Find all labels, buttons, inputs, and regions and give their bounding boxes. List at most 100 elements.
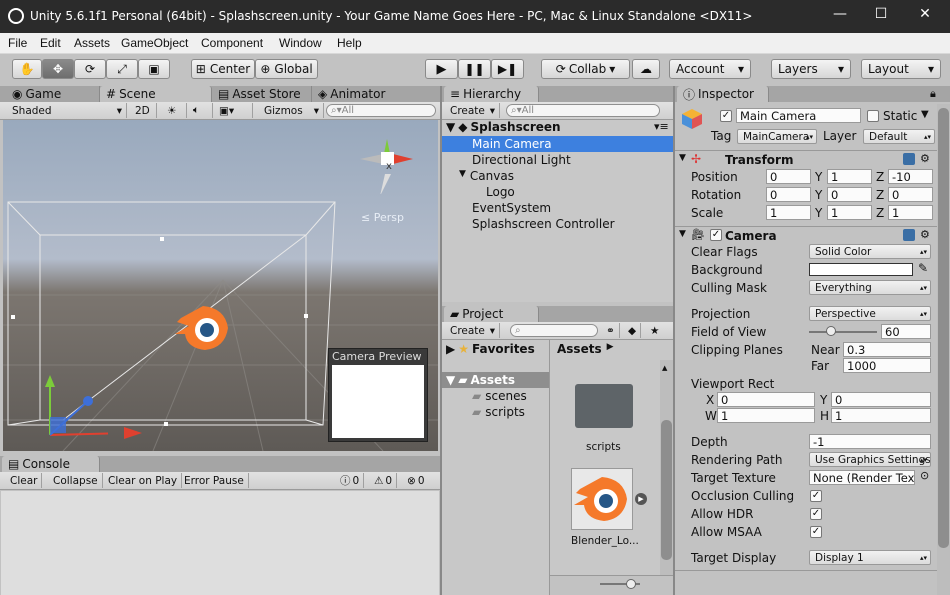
move-tool-icon[interactable]: ✥ — [42, 59, 74, 79]
console-collapse-button[interactable]: Collapse — [49, 473, 103, 488]
object-picker-icon[interactable]: ⊙ — [920, 469, 929, 482]
hierarchy-item-splashscreen-controller[interactable]: Splashscreen Controller — [472, 217, 615, 231]
tab-scene[interactable]: # Scene — [100, 86, 212, 102]
rotation-x-field[interactable]: 0 — [766, 187, 811, 202]
step-button[interactable]: ▶❚ — [491, 59, 524, 79]
console-error-toggle[interactable]: ⊗ 0 — [403, 473, 429, 488]
fov-field[interactable]: 60 — [881, 324, 931, 339]
project-scrollbar[interactable]: ▲ — [660, 360, 673, 575]
help-book-icon[interactable] — [903, 153, 915, 165]
camera-enabled-checkbox[interactable]: ✓ — [710, 229, 722, 241]
layer-dropdown[interactable]: Default — [863, 129, 935, 144]
gizmos-dropdown[interactable]: Gizmos ▾ — [260, 103, 324, 118]
depth-field[interactable]: -1 — [809, 434, 931, 449]
audio-icon[interactable]: 🔈︎ — [189, 103, 213, 118]
mode-2d-button[interactable]: 2D — [131, 103, 157, 118]
tab-asset-store[interactable]: ▤ Asset Store — [212, 86, 312, 102]
position-x-field[interactable]: 0 — [766, 169, 811, 184]
eyedropper-icon[interactable]: ✎ — [918, 261, 928, 275]
persp-label[interactable]: ≤ Persp — [361, 211, 404, 224]
tab-console[interactable]: ▤ Console — [2, 456, 100, 472]
menu-assets[interactable]: Assets — [74, 36, 110, 50]
effects-dropdown[interactable]: ▣▾ — [215, 103, 253, 118]
scene-search-input[interactable]: ⌕▾ All — [326, 104, 436, 117]
project-create-dropdown[interactable]: Create ▾ — [446, 323, 500, 338]
menu-edit[interactable]: Edit — [40, 36, 61, 50]
viewport-y-field[interactable]: 0 — [831, 392, 931, 407]
camera-header[interactable]: ▼ 🎥︎ ✓ Camera ⚙︎ — [675, 226, 950, 244]
assets-tree-item[interactable]: ▼ ▰ Assets — [446, 373, 515, 387]
collapse-arrow-icon[interactable]: ▼ — [679, 229, 686, 239]
scroll-up-icon[interactable]: ▲ — [662, 364, 667, 372]
allow-msaa-checkbox[interactable]: ✓ — [810, 526, 822, 538]
fov-slider-knob[interactable] — [826, 326, 836, 336]
scrollbar-thumb[interactable] — [938, 108, 949, 548]
cloud-icon[interactable]: ☁ — [632, 59, 660, 79]
tab-game[interactable]: ◉ Game — [6, 86, 100, 102]
folder-asset-icon[interactable] — [575, 384, 633, 428]
pause-button[interactable]: ❚❚ — [458, 59, 491, 79]
lock-icon[interactable]: 🔒︎ — [930, 87, 936, 101]
viewport-x-field[interactable]: 0 — [717, 392, 815, 407]
tab-project[interactable]: ▰ Project — [444, 306, 539, 322]
folder-scenes[interactable]: ▰ scenes — [472, 389, 527, 403]
viewport-w-field[interactable]: 1 — [717, 408, 815, 423]
target-display-dropdown[interactable]: Display 1 — [809, 550, 931, 565]
static-dropdown[interactable]: ▼ — [921, 109, 929, 120]
hand-tool-icon[interactable]: ✋ — [12, 59, 42, 79]
hierarchy-item-eventsystem[interactable]: EventSystem — [472, 201, 551, 215]
menu-component[interactable]: Component — [201, 36, 263, 50]
tab-animator[interactable]: ◈ Animator — [312, 86, 440, 102]
layers-dropdown[interactable]: Layers ▾ — [771, 59, 851, 79]
project-search-input[interactable]: ⌕ — [510, 324, 598, 337]
rotation-z-field[interactable]: 0 — [888, 187, 933, 202]
filter-type-icon[interactable]: ⚭ — [602, 323, 620, 338]
occlusion-culling-checkbox[interactable]: ✓ — [810, 490, 822, 502]
collab-button[interactable]: ⟳ Collab ▾ — [541, 59, 630, 79]
console-clear-button[interactable]: Clear — [6, 473, 43, 488]
icon-size-slider-knob[interactable] — [626, 579, 636, 589]
collapse-arrow-icon[interactable]: ▼ — [679, 153, 686, 163]
position-z-field[interactable]: -10 — [888, 169, 933, 184]
active-checkbox[interactable]: ✓ — [720, 110, 732, 122]
tab-hierarchy[interactable]: ≡ Hierarchy — [444, 86, 539, 102]
scale-y-field[interactable]: 1 — [827, 205, 872, 220]
tag-dropdown[interactable]: MainCamera — [737, 129, 817, 144]
assets-breadcrumb[interactable]: Assets ▶ — [557, 342, 614, 356]
hierarchy-search-input[interactable]: ⌕▾ All — [506, 104, 660, 117]
rotate-tool-icon[interactable]: ⟳ — [74, 59, 106, 79]
maximize-button[interactable]: ☐ — [866, 6, 896, 22]
rotation-y-field[interactable]: 0 — [827, 187, 872, 202]
scene-viewport[interactable]: x ≤ Persp Camera Preview — [3, 120, 438, 451]
asset-blender-label[interactable]: Blender_Lo... — [571, 535, 639, 547]
global-button[interactable]: ⊕ Global — [255, 59, 318, 79]
help-book-icon[interactable] — [903, 229, 915, 241]
layout-dropdown[interactable]: Layout ▾ — [861, 59, 941, 79]
lighting-icon[interactable]: ☀ — [163, 103, 187, 118]
asset-scripts-label[interactable]: scripts — [586, 441, 621, 453]
hierarchy-item-directional-light[interactable]: Directional Light — [472, 153, 571, 167]
hierarchy-item-main-camera[interactable]: Main Camera — [472, 137, 552, 151]
menu-file[interactable]: File — [8, 36, 27, 50]
scene-options-icon[interactable]: ▾≡ — [654, 120, 669, 133]
static-checkbox[interactable] — [867, 110, 879, 122]
blender-asset-thumbnail[interactable] — [571, 468, 633, 530]
menu-gameobject[interactable]: GameObject — [121, 36, 188, 50]
hierarchy-item-canvas[interactable]: ▼ Canvas — [459, 169, 514, 183]
favorites-item[interactable]: ▶ ★ Favorites — [446, 342, 535, 356]
inspector-scrollbar[interactable] — [937, 104, 950, 595]
filter-label-icon[interactable]: ◆ — [624, 323, 642, 338]
scale-x-field[interactable]: 1 — [766, 205, 811, 220]
gear-icon[interactable]: ⚙︎ — [920, 152, 930, 165]
minimize-button[interactable]: — — [825, 6, 855, 22]
near-field[interactable]: 0.3 — [843, 342, 931, 357]
menu-help[interactable]: Help — [337, 36, 362, 50]
scale-tool-icon[interactable]: ⤢ — [106, 59, 138, 79]
viewport-h-field[interactable]: 1 — [831, 408, 931, 423]
scale-z-field[interactable]: 1 — [888, 205, 933, 220]
close-button[interactable]: ✕ — [910, 6, 940, 22]
shading-dropdown[interactable]: Shaded ▾ — [8, 103, 127, 118]
rendering-path-dropdown[interactable]: Use Graphics Settings — [809, 452, 931, 467]
gear-icon[interactable]: ⚙︎ — [920, 228, 930, 241]
scene-root-item[interactable]: ▼ ◆ Splashscreen — [446, 120, 561, 134]
